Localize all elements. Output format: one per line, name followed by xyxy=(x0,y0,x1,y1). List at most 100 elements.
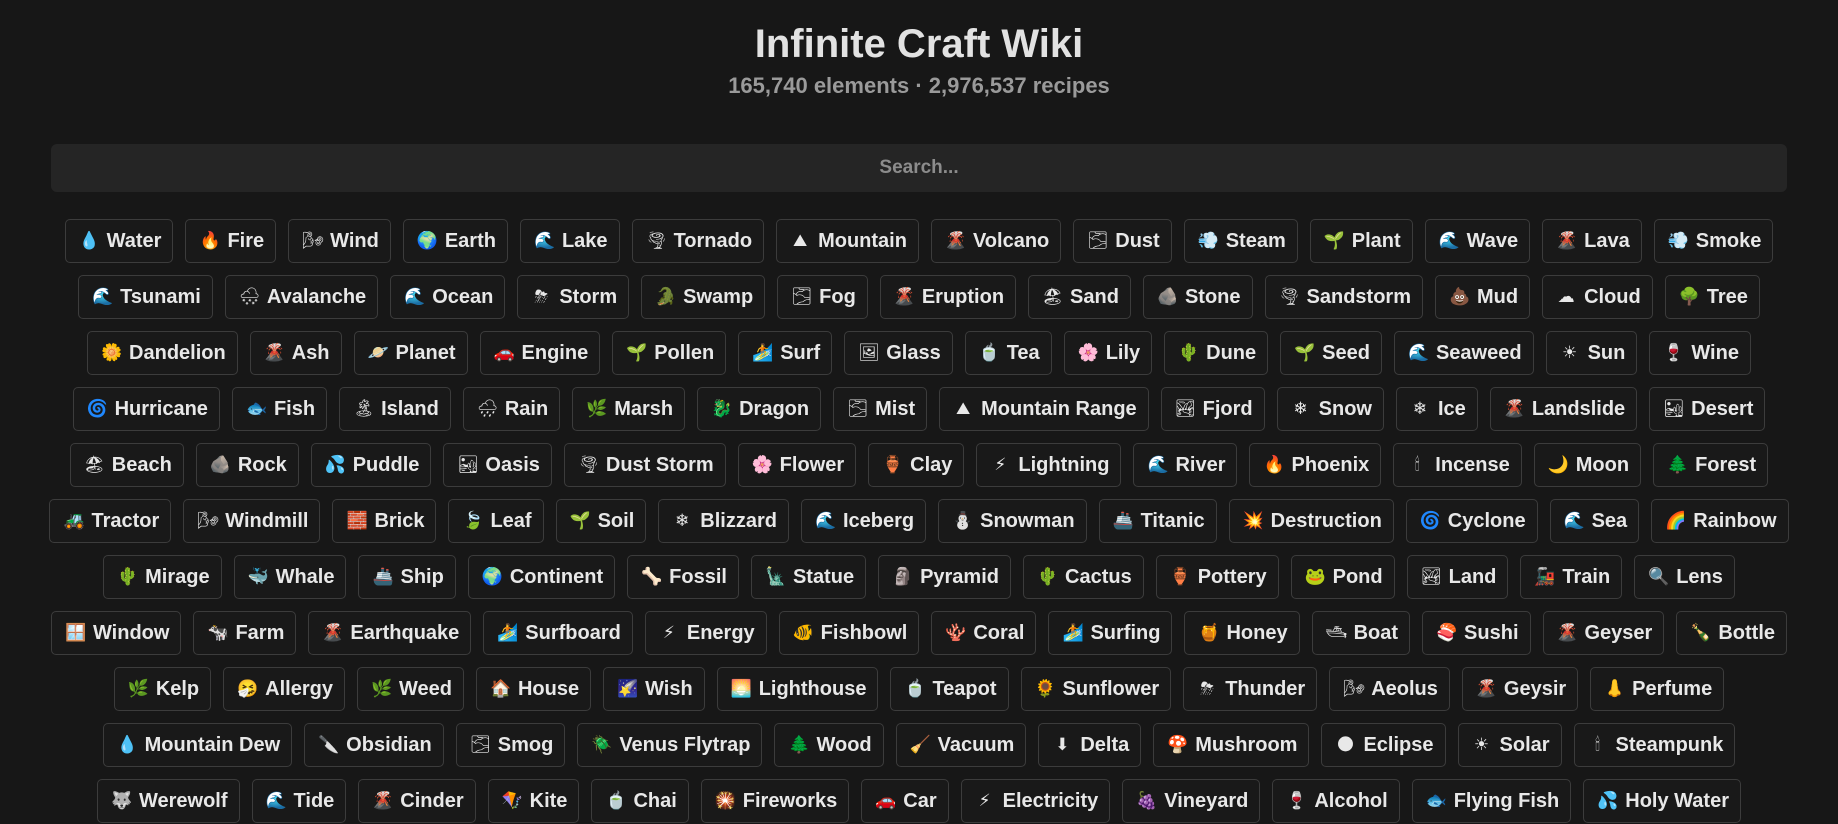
element-chip[interactable]: 🏞 Fjord xyxy=(1160,387,1265,431)
element-chip[interactable]: ⛰ Mountain Range xyxy=(939,387,1149,431)
element-chip[interactable]: 🍵 Teapot xyxy=(890,667,1009,711)
element-chip[interactable]: 🎇 Fireworks xyxy=(700,779,850,823)
element-chip[interactable]: ❄ Blizzard xyxy=(658,499,789,543)
element-chip[interactable]: 🌪 Tornado xyxy=(631,219,765,263)
element-chip[interactable]: 🍯 Honey xyxy=(1184,611,1300,655)
element-chip[interactable]: 🚂 Train xyxy=(1520,555,1623,599)
element-chip[interactable]: 🔥 Fire xyxy=(185,219,277,263)
element-chip[interactable]: 🕯 Incense xyxy=(1393,443,1522,487)
element-chip[interactable]: 🐸 Pond xyxy=(1290,555,1395,599)
element-chip[interactable]: 🚢 Titanic xyxy=(1098,499,1217,543)
element-chip[interactable]: 🌊 River xyxy=(1133,443,1238,487)
element-chip[interactable]: 🌧 Rain xyxy=(462,387,561,431)
element-chip[interactable]: 🌋 Landslide xyxy=(1489,387,1638,431)
element-chip[interactable]: 🪐 Planet xyxy=(353,331,468,375)
element-chip[interactable]: 🏝 Island xyxy=(339,387,451,431)
element-chip[interactable]: 🛥 Boat xyxy=(1311,611,1411,655)
element-chip[interactable]: 🚗 Car xyxy=(861,779,949,823)
element-chip[interactable]: 💦 Holy Water xyxy=(1583,779,1741,823)
element-chip[interactable]: 🌋 Volcano xyxy=(930,219,1062,263)
element-chip[interactable]: 🍷 Wine xyxy=(1649,331,1751,375)
element-chip[interactable]: 🌫 Fog xyxy=(777,275,868,319)
element-chip[interactable]: 🌬 Wind xyxy=(288,219,391,263)
element-chip[interactable]: 🌊 Tsunami xyxy=(78,275,213,319)
element-chip[interactable]: 💧 Water xyxy=(64,219,174,263)
element-chip[interactable]: 🌱 Plant xyxy=(1309,219,1413,263)
element-chip[interactable]: 🌵 Dune xyxy=(1164,331,1269,375)
element-chip[interactable]: 🌊 Lake xyxy=(519,219,620,263)
element-chip[interactable]: 🌈 Rainbow xyxy=(1651,499,1789,543)
element-chip[interactable]: 🏄 Surfing xyxy=(1048,611,1173,655)
element-chip[interactable]: 🗿 Pyramid xyxy=(878,555,1011,599)
element-chip[interactable]: 🚢 Ship xyxy=(358,555,456,599)
element-chip[interactable]: 🐺 Werewolf xyxy=(96,779,240,823)
element-chip[interactable]: 🌫 Dust xyxy=(1073,219,1172,263)
element-chip[interactable]: 🌫 Smog xyxy=(455,723,566,767)
element-chip[interactable]: 🌻 Sunflower xyxy=(1020,667,1172,711)
element-chip[interactable]: 🌋 Geyser xyxy=(1542,611,1665,655)
element-chip[interactable]: 🌪 Dust Storm xyxy=(563,443,726,487)
element-chip[interactable]: 🪸 Coral xyxy=(931,611,1037,655)
element-chip[interactable]: 🍣 Sushi xyxy=(1422,611,1531,655)
element-chip[interactable]: 🌲 Forest xyxy=(1653,443,1769,487)
element-chip[interactable]: 🌿 Marsh xyxy=(572,387,686,431)
element-chip[interactable]: 🪨 Stone xyxy=(1142,275,1253,319)
element-chip[interactable]: 💦 Puddle xyxy=(310,443,432,487)
element-chip[interactable]: ☀ Solar xyxy=(1457,723,1562,767)
element-chip[interactable]: 🧱 Brick xyxy=(332,499,437,543)
element-chip[interactable]: 🌙 Moon xyxy=(1533,443,1642,487)
element-chip[interactable]: 🏜 Oasis xyxy=(443,443,552,487)
element-chip[interactable]: 🐊 Swamp xyxy=(641,275,766,319)
element-chip[interactable]: 🌋 Ash xyxy=(249,331,342,375)
element-chip[interactable]: ❄ Ice xyxy=(1396,387,1478,431)
element-chip[interactable]: ⛈ Thunder xyxy=(1183,667,1318,711)
element-chip[interactable]: 🪁 Kite xyxy=(487,779,580,823)
element-chip[interactable]: 🪟 Window xyxy=(50,611,182,655)
element-chip[interactable]: 🪨 Rock xyxy=(195,443,299,487)
element-chip[interactable]: 🔍 Lens xyxy=(1634,555,1735,599)
element-chip[interactable]: 🐄 Farm xyxy=(193,611,297,655)
element-chip[interactable]: ❄ Snow xyxy=(1276,387,1384,431)
element-chip[interactable]: 🏞 Land xyxy=(1406,555,1509,599)
element-chip[interactable]: ⬇ Delta xyxy=(1038,723,1142,767)
element-chip[interactable]: 💧 Mountain Dew xyxy=(102,723,293,767)
element-chip[interactable]: 🌊 Iceberg xyxy=(800,499,927,543)
element-chip[interactable]: 🌑 Eclipse xyxy=(1321,723,1446,767)
element-chip[interactable]: 🔪 Obsidian xyxy=(304,723,444,767)
element-chip[interactable]: 🐟 Flying Fish xyxy=(1411,779,1572,823)
element-chip[interactable]: 🌊 Seaweed xyxy=(1393,331,1534,375)
element-chip[interactable]: 🌅 Lighthouse xyxy=(716,667,879,711)
element-chip[interactable]: 🏖 Sand xyxy=(1028,275,1131,319)
element-chip[interactable]: 🌊 Wave xyxy=(1424,219,1531,263)
element-chip[interactable]: 🌱 Seed xyxy=(1280,331,1382,375)
element-chip[interactable]: 🌊 Ocean xyxy=(390,275,506,319)
element-chip[interactable]: ⚡ Lightning xyxy=(976,443,1122,487)
element-chip[interactable]: 🏄 Surfboard xyxy=(483,611,633,655)
element-chip[interactable]: 🖼 Glass xyxy=(844,331,953,375)
element-chip[interactable]: 🍃 Leaf xyxy=(448,499,544,543)
element-chip[interactable]: 🌋 Lava xyxy=(1542,219,1642,263)
element-chip[interactable]: 🏖 Beach xyxy=(69,443,184,487)
element-chip[interactable]: 🍷 Alcohol xyxy=(1272,779,1400,823)
element-chip[interactable]: 🌀 Cyclone xyxy=(1405,499,1538,543)
element-chip[interactable]: 🐠 Fishbowl xyxy=(778,611,920,655)
element-chip[interactable]: 🏠 House xyxy=(475,667,592,711)
element-chip[interactable]: 🍵 Tea xyxy=(964,331,1052,375)
element-chip[interactable]: 🌬 Windmill xyxy=(183,499,321,543)
element-chip[interactable]: 🍇 Vineyard xyxy=(1122,779,1261,823)
element-chip[interactable]: 🌱 Pollen xyxy=(612,331,727,375)
element-chip[interactable]: 🌳 Tree xyxy=(1664,275,1760,319)
element-chip[interactable]: 🌵 Mirage xyxy=(103,555,222,599)
element-chip[interactable]: 💥 Destruction xyxy=(1228,499,1394,543)
element-chip[interactable]: 🐳 Whale xyxy=(233,555,347,599)
element-chip[interactable]: ⛰ Mountain xyxy=(776,219,919,263)
element-chip[interactable]: 🏺 Clay xyxy=(868,443,965,487)
element-chip[interactable]: 🌲 Wood xyxy=(774,723,884,767)
element-chip[interactable]: 🌋 Eruption xyxy=(879,275,1017,319)
element-chip[interactable]: ☁ Cloud xyxy=(1542,275,1653,319)
element-chip[interactable]: 🌠 Wish xyxy=(603,667,705,711)
element-chip[interactable]: 🌊 Sea xyxy=(1549,499,1640,543)
element-chip[interactable]: 🌵 Cactus xyxy=(1023,555,1144,599)
element-chip[interactable]: 🌊 Tide xyxy=(251,779,347,823)
element-chip[interactable]: 🌫 Mist xyxy=(833,387,928,431)
